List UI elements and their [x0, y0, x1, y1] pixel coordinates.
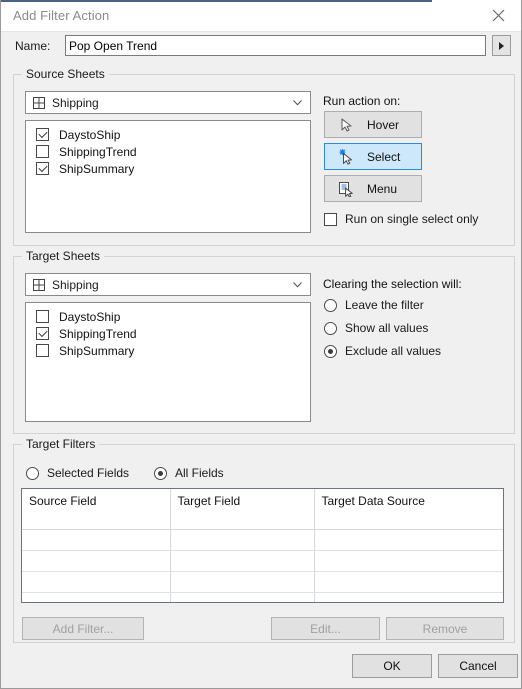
run-on-single-select-label: Run on single select only [345, 212, 479, 226]
table-cell[interactable] [170, 571, 315, 593]
triangle-right-icon [499, 41, 504, 50]
checkbox-icon[interactable] [36, 344, 49, 357]
checkbox-icon[interactable] [36, 128, 49, 141]
list-item[interactable]: DaystoShip [26, 308, 310, 325]
name-label: Name: [15, 39, 51, 53]
clearing-option-label: Leave the filter [345, 298, 424, 312]
table-row[interactable] [22, 571, 503, 593]
list-item[interactable]: ShippingTrend [26, 325, 310, 342]
run-action-menu-button[interactable]: Menu [324, 175, 422, 202]
radio-icon[interactable] [324, 298, 337, 312]
cursor-arrow-icon [341, 118, 352, 132]
run-action-select-button[interactable]: Select [324, 143, 422, 170]
name-options-button[interactable] [492, 35, 511, 56]
table-cell[interactable] [170, 592, 315, 602]
add-filter-action-dialog: Add Filter Action Name: Source Sheets Sh… [0, 0, 522, 689]
table-cell[interactable] [22, 592, 171, 602]
add-filter-button[interactable]: Add Filter... [22, 617, 144, 640]
list-item-label: ShipSummary [59, 161, 135, 176]
list-item[interactable]: ShippingTrend [26, 143, 310, 160]
table-cell[interactable] [22, 529, 171, 551]
table-row[interactable] [22, 529, 503, 551]
list-item-label: ShippingTrend [59, 326, 137, 341]
table-cell[interactable] [170, 550, 315, 572]
list-item[interactable]: ShipSummary [26, 342, 310, 359]
edit-filter-button[interactable]: Edit... [271, 617, 380, 640]
column-header-target-data-source[interactable]: Target Data Source [314, 489, 503, 530]
table-cell[interactable] [170, 529, 315, 551]
chevron-down-icon [293, 100, 302, 106]
list-item[interactable]: ShipSummary [26, 160, 310, 177]
dialog-title: Add Filter Action [13, 8, 110, 23]
clearing-selection-label: Clearing the selection will: [323, 277, 462, 291]
table-cell[interactable] [314, 571, 503, 593]
table-cell[interactable] [22, 571, 171, 593]
radio-icon[interactable] [154, 466, 167, 480]
target-sheet-dropdown[interactable]: Shipping [25, 273, 311, 296]
list-item-label: ShipSummary [59, 343, 135, 358]
run-action-on-label: Run action on: [323, 94, 401, 108]
clearing-option-show-all-values[interactable]: Show all values [324, 321, 428, 335]
target-sheets-legend: Target Sheets [22, 249, 105, 263]
scope-option-selected-fields[interactable]: Selected Fields [26, 466, 129, 480]
clearing-option-label: Exclude all values [345, 344, 442, 358]
table-row[interactable] [22, 592, 503, 602]
target-sheets-group: Target Sheets Shipping DaystoShip Shippi… [13, 249, 515, 434]
title-accent-bar [1, 0, 432, 2]
title-bar: Add Filter Action [1, 0, 521, 32]
source-sheet-dropdown-value: Shipping [52, 96, 99, 110]
scope-option-all-fields[interactable]: All Fields [154, 466, 224, 480]
cursor-menu-page-icon [339, 182, 353, 197]
checkbox-icon[interactable] [36, 162, 49, 175]
clearing-option-label: Show all values [345, 321, 429, 335]
checkbox-icon[interactable] [324, 212, 337, 226]
list-item-label: DaystoShip [59, 309, 121, 324]
scope-option-label: Selected Fields [47, 466, 130, 480]
run-action-select-label: Select [367, 149, 401, 164]
source-sheet-dropdown[interactable]: Shipping [25, 91, 311, 114]
run-action-hover-button[interactable]: Hover [324, 111, 422, 138]
list-item[interactable]: DaystoShip [26, 126, 310, 143]
target-sheets-list[interactable]: DaystoShip ShippingTrend ShipSummary [25, 302, 311, 422]
ok-button[interactable]: OK [352, 654, 432, 678]
run-action-menu-label: Menu [367, 181, 398, 196]
checkbox-icon[interactable] [36, 327, 49, 340]
source-sheets-group: Source Sheets Shipping DaystoShip Shippi… [13, 67, 515, 246]
column-header-target-field[interactable]: Target Field [170, 489, 315, 530]
remove-filter-button[interactable]: Remove [386, 617, 504, 640]
table-cell[interactable] [314, 592, 503, 602]
list-item-label: ShippingTrend [59, 144, 137, 159]
target-filters-table[interactable]: Source Field Target Field Target Data So… [21, 488, 504, 603]
chevron-down-icon [293, 282, 302, 288]
target-filters-legend: Target Filters [22, 437, 100, 451]
name-row: Name: [1, 31, 521, 61]
dashboard-grid-icon [33, 97, 45, 109]
radio-icon[interactable] [324, 344, 337, 358]
cursor-sparkle-icon [339, 149, 353, 165]
source-sheets-legend: Source Sheets [22, 67, 109, 81]
dashboard-grid-icon [33, 279, 45, 291]
target-sheet-dropdown-value: Shipping [52, 278, 99, 292]
clearing-option-leave-the-filter[interactable]: Leave the filter [324, 298, 424, 312]
name-input[interactable] [65, 35, 486, 56]
cancel-button[interactable]: Cancel [438, 654, 518, 678]
run-on-single-select-row[interactable]: Run on single select only [324, 212, 478, 226]
close-icon[interactable] [476, 0, 521, 30]
checkbox-icon[interactable] [36, 310, 49, 323]
table-cell[interactable] [22, 550, 171, 572]
table-row[interactable] [22, 550, 503, 572]
list-item-label: DaystoShip [59, 127, 121, 142]
clearing-option-exclude-all-values[interactable]: Exclude all values [324, 344, 441, 358]
column-header-source-field[interactable]: Source Field [22, 489, 171, 530]
table-header-row: Source Field Target Field Target Data So… [22, 489, 503, 530]
run-action-hover-label: Hover [367, 117, 400, 132]
table-cell[interactable] [314, 550, 503, 572]
scope-option-label: All Fields [175, 466, 224, 480]
checkbox-icon[interactable] [36, 145, 49, 158]
source-sheets-list[interactable]: DaystoShip ShippingTrend ShipSummary [25, 120, 311, 233]
radio-icon[interactable] [26, 466, 39, 480]
radio-icon[interactable] [324, 321, 337, 335]
table-cell[interactable] [314, 529, 503, 551]
